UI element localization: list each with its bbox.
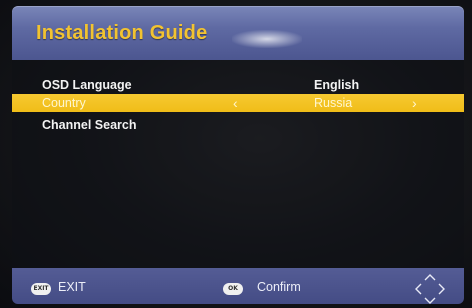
menu-row-osd-language[interactable]: OSD Language English: [12, 76, 464, 94]
menu-row-channel-search[interactable]: Channel Search: [12, 116, 464, 134]
exit-hint: EXIT: [58, 280, 86, 294]
menu-row-country[interactable]: Country ‹ Russia ›: [12, 94, 464, 112]
menu-row-label: Channel Search: [42, 118, 137, 132]
page-title: Installation Guide: [36, 22, 208, 44]
ok-key-icon[interactable]: OK: [223, 283, 243, 295]
chevron-left-icon[interactable]: ‹: [233, 95, 238, 111]
menu-row-value: Russia: [314, 96, 353, 110]
exit-key-icon[interactable]: EXIT: [31, 283, 51, 295]
tv-screen: Installation Guide OSD Language English …: [0, 0, 472, 308]
menu-row-label: OSD Language: [42, 78, 132, 92]
menu-row-value: English: [314, 78, 360, 92]
chevron-right-icon[interactable]: ›: [412, 95, 417, 111]
menu-row-label: Country: [42, 96, 86, 110]
dpad-arrows-icon: [415, 274, 445, 304]
confirm-hint: Confirm: [257, 280, 301, 294]
screen-glare: [232, 30, 302, 48]
